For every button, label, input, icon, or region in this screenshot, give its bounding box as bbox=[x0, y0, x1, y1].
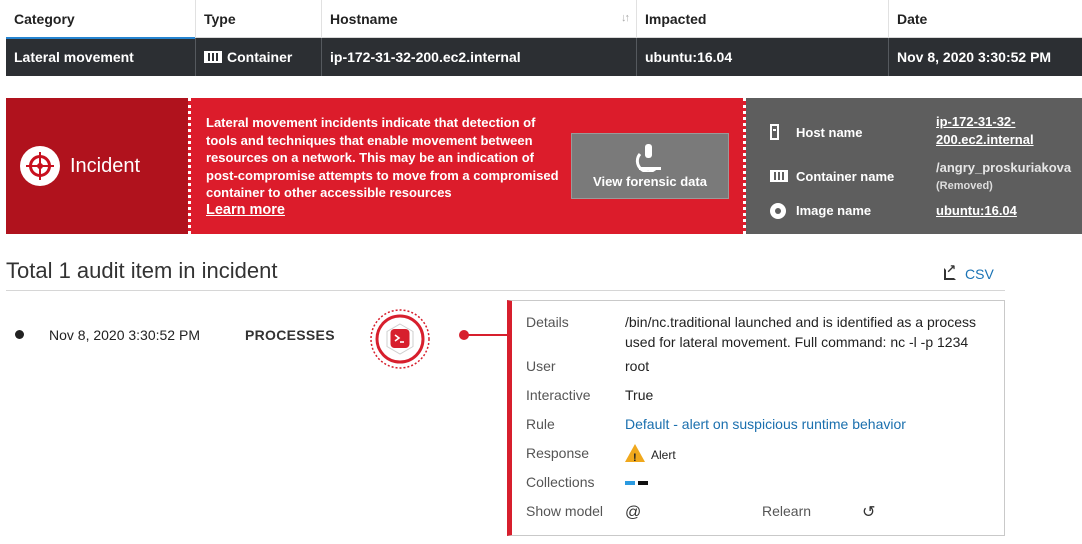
details-label: Details bbox=[526, 314, 569, 330]
divider bbox=[6, 290, 1005, 291]
container-icon bbox=[204, 51, 222, 63]
event-date: Nov 8, 2020 3:30:52 PM bbox=[49, 327, 200, 343]
show-model-label: Show model bbox=[526, 503, 604, 519]
details-value-line2: used for lateral movement. Full command:… bbox=[625, 334, 969, 350]
cell-date: Nov 8, 2020 3:30:52 PM bbox=[897, 49, 1052, 65]
audit-details-card: Details /bin/nc.traditional launched and… bbox=[507, 300, 1005, 536]
microscope-icon bbox=[635, 144, 661, 172]
csv-export-link[interactable]: CSV bbox=[944, 262, 994, 282]
table-row[interactable]: Lateral movement Container ip-172-31-32-… bbox=[6, 38, 1082, 76]
server-icon bbox=[770, 124, 779, 140]
incident-banner: Incident Lateral movement incidents indi… bbox=[6, 98, 1082, 234]
incident-header: Incident bbox=[6, 98, 188, 234]
rule-label: Rule bbox=[526, 416, 555, 432]
container-status: (Removed) bbox=[936, 180, 993, 192]
column-header-date[interactable]: Date bbox=[889, 0, 1082, 38]
cell-impacted: ubuntu:16.04 bbox=[637, 38, 889, 76]
column-header-type[interactable]: Type bbox=[196, 0, 322, 38]
event-type: PROCESSES bbox=[245, 327, 335, 343]
container-name-value: /angry_proskuriakova bbox=[936, 160, 1072, 175]
user-value: root bbox=[625, 358, 650, 374]
learn-more-link[interactable]: Learn more bbox=[206, 202, 285, 218]
column-header-hostname[interactable]: Hostname ↓↑ bbox=[322, 0, 637, 38]
response-label: Response bbox=[526, 445, 590, 461]
disc-icon bbox=[770, 203, 786, 219]
audit-title: Total 1 audit item in incident bbox=[6, 258, 278, 283]
cell-type: Container bbox=[196, 38, 322, 76]
relearn-icon[interactable]: ↺ bbox=[862, 503, 875, 523]
incident-entities-panel: Host name ip-172-31-32- 200.ec2.internal… bbox=[746, 98, 1082, 234]
view-forensic-data-button[interactable]: View forensic data bbox=[571, 133, 729, 199]
host-name-link-line1[interactable]: ip-172-31-32- bbox=[936, 113, 1015, 131]
details-value-line1: /bin/nc.traditional launched and is iden… bbox=[625, 314, 976, 330]
host-name-label: Host name bbox=[796, 125, 863, 140]
collections-value[interactable] bbox=[625, 472, 648, 492]
container-name-label: Container name bbox=[796, 169, 895, 184]
host-name-link-line2[interactable]: 200.ec2.internal bbox=[936, 131, 1034, 149]
response-value: Alert bbox=[625, 444, 676, 468]
rule-link[interactable]: Default - alert on suspicious runtime be… bbox=[625, 414, 906, 434]
terminal-badge-icon[interactable] bbox=[369, 308, 431, 370]
relearn-label: Relearn bbox=[762, 503, 812, 519]
incidents-table: Category Type Hostname ↓↑ Impacted Date L… bbox=[6, 0, 1082, 76]
interactive-value: True bbox=[625, 387, 654, 403]
column-header-impacted[interactable]: Impacted bbox=[637, 0, 889, 38]
image-name-label: Image name bbox=[796, 203, 872, 218]
timeline-connector-dot bbox=[459, 330, 469, 340]
table-header: Category Type Hostname ↓↑ Impacted Date bbox=[6, 0, 1082, 39]
collection-swatch-blue[interactable] bbox=[625, 481, 635, 486]
collections-label: Collections bbox=[526, 474, 595, 490]
image-name-link[interactable]: ubuntu:16.04 bbox=[936, 202, 1017, 220]
collection-swatch-black[interactable] bbox=[638, 481, 648, 486]
cell-category: Lateral movement bbox=[6, 38, 196, 76]
export-icon bbox=[944, 262, 956, 280]
sort-icon[interactable]: ↓↑ bbox=[621, 12, 630, 24]
incident-title: Incident bbox=[70, 154, 141, 177]
user-label: User bbox=[526, 358, 556, 374]
column-header-category[interactable]: Category bbox=[6, 0, 196, 39]
interactive-label: Interactive bbox=[526, 387, 591, 403]
incident-description: Lateral movement incidents indicate that… bbox=[206, 115, 559, 200]
at-sign-icon[interactable]: @ bbox=[625, 503, 641, 523]
incident-description-panel: Lateral movement incidents indicate that… bbox=[188, 98, 746, 234]
cell-hostname: ip-172-31-32-200.ec2.internal bbox=[322, 38, 637, 76]
crosshair-icon bbox=[20, 146, 60, 186]
container-icon bbox=[770, 170, 788, 182]
timeline-bullet bbox=[15, 330, 24, 339]
warning-icon bbox=[625, 444, 645, 468]
